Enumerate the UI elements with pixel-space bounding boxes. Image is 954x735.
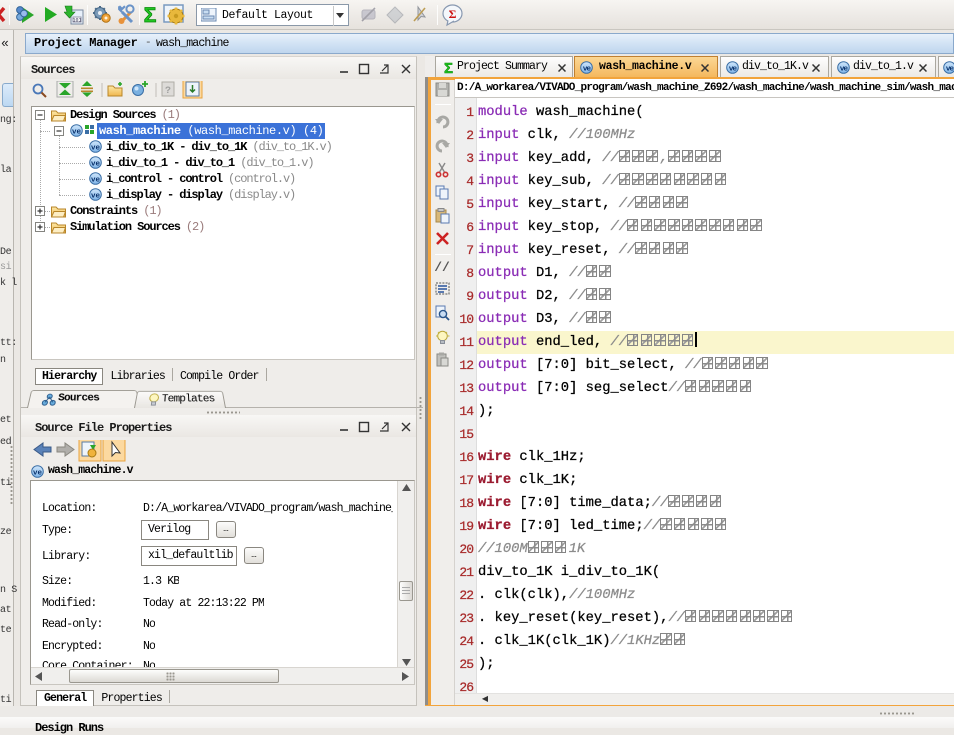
svg-text:Σ: Σ: [144, 4, 157, 27]
svg-text:?: ?: [165, 86, 171, 97]
svg-text:ve: ve: [33, 469, 43, 477]
svg-text:101: 101: [72, 18, 81, 24]
svg-text://: //: [435, 260, 450, 275]
svg-text:Σ: Σ: [449, 7, 457, 21]
svg-text:ve: ve: [72, 128, 82, 136]
svg-text:ve: ve: [91, 176, 101, 184]
svg-text:ve: ve: [91, 192, 101, 200]
svg-text:ve: ve: [91, 144, 101, 152]
svg-text:ve: ve: [946, 65, 954, 73]
svg-text:Σ: Σ: [444, 60, 453, 75]
svg-text:ve: ve: [91, 160, 101, 168]
